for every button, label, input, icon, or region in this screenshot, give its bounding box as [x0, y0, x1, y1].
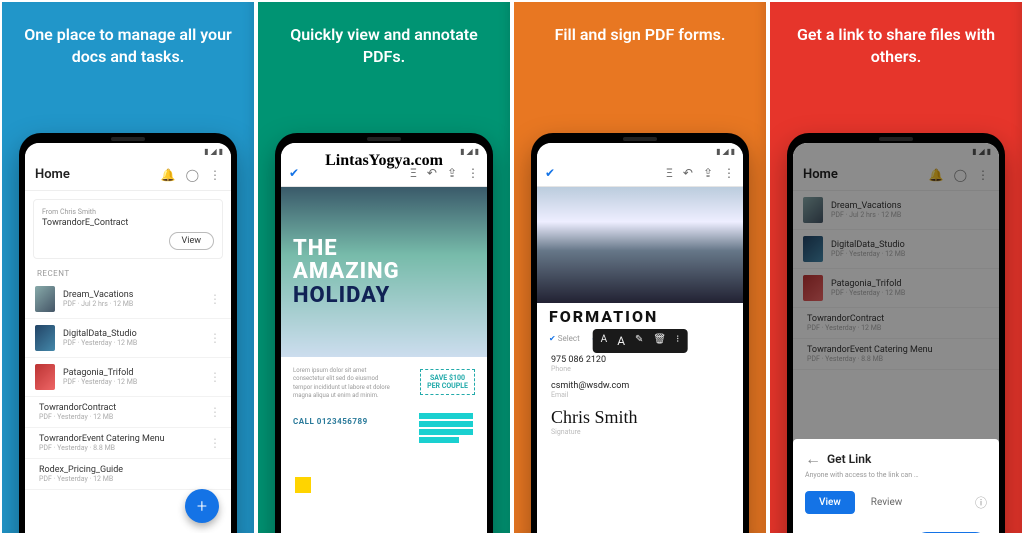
section-recent: RECENT: [25, 263, 231, 280]
more-icon[interactable]: ⋮: [723, 166, 735, 180]
share-sheet: ← Get Link Anyone with access to the lin…: [793, 439, 999, 533]
row-more-icon[interactable]: ⋮: [209, 331, 221, 345]
phone-label: Phone: [551, 365, 729, 373]
panel-share: Get a link to share files with others. ▮…: [770, 2, 1022, 533]
form-body: 975 086 2120 Phone csmith@wsdw.com Email…: [537, 347, 743, 444]
row-more-icon[interactable]: ⋮: [209, 370, 221, 384]
thumbnail-icon: [35, 286, 55, 312]
list-item[interactable]: Dream_Vacations PDF · Jul 2 hrs · 12 MB …: [25, 280, 231, 319]
promo-box: SAVE $100 PER COUPLE: [420, 369, 475, 395]
phone-mockup: ▮ ◢ ▮ ✔ Ξ ↶ ⇪ ⋮ FORMATION ✔Select ✔Media…: [531, 133, 749, 533]
bell-icon[interactable]: 🔔: [161, 168, 176, 182]
signature-label: Signature: [551, 428, 729, 436]
copy-link-button[interactable]: Copy Link: [915, 532, 987, 533]
shared-card: From Chris Smith TowrandorE_Contract Vie…: [33, 199, 223, 259]
panel-annotate: Quickly view and annotate PDFs. LintasYo…: [258, 2, 510, 533]
undo-icon[interactable]: ↶: [427, 166, 437, 180]
highlight-annotation[interactable]: [419, 413, 473, 443]
page-title: Home: [35, 167, 70, 182]
done-icon[interactable]: ✔: [545, 166, 555, 180]
font-larger-icon[interactable]: A: [617, 334, 625, 348]
delete-icon[interactable]: 🗑: [653, 334, 666, 348]
sticky-note-icon[interactable]: [295, 477, 311, 493]
email-label: Email: [551, 391, 729, 399]
text-settings-icon[interactable]: Ξ: [666, 166, 673, 180]
more-icon[interactable]: ⋮: [467, 166, 479, 180]
phone-mockup: ▮ ◢ ▮ Home 🔔 ◯ ⋮ From Chris Smith Towran…: [19, 133, 237, 533]
body-text: Lorem ipsum dolor sit amet consectetur e…: [293, 367, 393, 401]
tab-select[interactable]: ✔Select: [549, 334, 580, 343]
list-item[interactable]: TowrandorContract PDF · Yesterday · 12 M…: [25, 397, 231, 428]
phone-mockup: ▮ ◢ ▮ Home 🔔 ◯ ⋮ Dream_VacationsPDF · Ju…: [787, 133, 1005, 533]
app-header: Home 🔔 ◯ ⋮: [25, 159, 231, 191]
row-more-icon[interactable]: ⋮: [209, 292, 221, 306]
phone-value[interactable]: 975 086 2120: [551, 355, 729, 365]
viewer-topbar: ✔ Ξ ↶ ⇪ ⋮: [281, 159, 487, 187]
row-more-icon[interactable]: ⋮: [209, 405, 221, 419]
panel-fill-sign: Fill and sign PDF forms. ▮ ◢ ▮ ✔ Ξ ↶ ⇪ ⋮…: [514, 2, 766, 533]
done-icon[interactable]: ✔: [289, 166, 299, 180]
viewer-topbar: ✔ Ξ ↶ ⇪ ⋮: [537, 159, 743, 187]
popup-more-icon[interactable]: ⁝: [676, 334, 679, 348]
list-item[interactable]: DigitalData_Studio PDF · Yesterday · 12 …: [25, 319, 231, 358]
list-item[interactable]: Rodex_Pricing_Guide PDF · Yesterday · 12…: [25, 459, 231, 490]
email-value[interactable]: csmith@wsdw.com: [551, 381, 729, 391]
signature-value[interactable]: Chris Smith: [551, 407, 729, 428]
list-item[interactable]: Patagonia_Trifold PDF · Yesterday · 12 M…: [25, 358, 231, 397]
fab-add-button[interactable]: +: [185, 489, 219, 523]
more-icon[interactable]: ⋮: [209, 168, 221, 182]
format-popup: A A ✎ 🗑 ⁝: [593, 329, 688, 353]
info-icon[interactable]: ⓘ: [975, 494, 987, 511]
edit-icon[interactable]: ✎: [635, 334, 643, 348]
panel-manage: One place to manage all your docs and ta…: [2, 2, 254, 533]
thumbnail-icon: [35, 364, 55, 390]
status-bar: ▮ ◢ ▮: [25, 143, 231, 159]
headline: Get a link to share files with others.: [770, 24, 1022, 67]
back-icon[interactable]: ←: [805, 449, 821, 469]
share-icon[interactable]: ⇪: [703, 166, 713, 180]
view-mode-button[interactable]: View: [805, 491, 855, 514]
card-file-title: TowrandorE_Contract: [42, 218, 214, 228]
text-settings-icon[interactable]: Ξ: [410, 166, 417, 180]
headline: One place to manage all your docs and ta…: [2, 24, 254, 67]
document-body: Lorem ipsum dolor sit amet consectetur e…: [281, 357, 487, 533]
headline: Fill and sign PDF forms.: [545, 24, 736, 46]
status-bar: ▮ ◢ ▮: [281, 143, 487, 159]
hero-image: THE AMAZING HOLIDAY: [281, 187, 487, 357]
form-title: FORMATION: [537, 303, 743, 330]
phone-mockup: ▮ ◢ ▮ ✔ Ξ ↶ ⇪ ⋮ THE AMAZING HOLIDAY: [275, 133, 493, 533]
sheet-subtitle: Anyone with access to the link can …: [805, 471, 987, 479]
view-button[interactable]: View: [169, 232, 214, 250]
hero-image: [537, 187, 743, 303]
undo-icon[interactable]: ↶: [683, 166, 693, 180]
font-smaller-icon[interactable]: A: [601, 334, 608, 348]
status-bar: ▮ ◢ ▮: [537, 143, 743, 159]
row-more-icon[interactable]: ⋮: [209, 436, 221, 450]
share-icon[interactable]: ⇪: [447, 166, 457, 180]
card-from-label: From Chris Smith: [42, 208, 214, 216]
sheet-title: Get Link: [827, 452, 871, 466]
headline: Quickly view and annotate PDFs.: [258, 24, 510, 67]
review-mode-button[interactable]: Review: [863, 491, 911, 514]
thumbnail-icon: [35, 325, 55, 351]
list-item[interactable]: TowrandorEvent Catering Menu PDF · Yeste…: [25, 428, 231, 459]
avatar-icon[interactable]: ◯: [186, 168, 199, 182]
